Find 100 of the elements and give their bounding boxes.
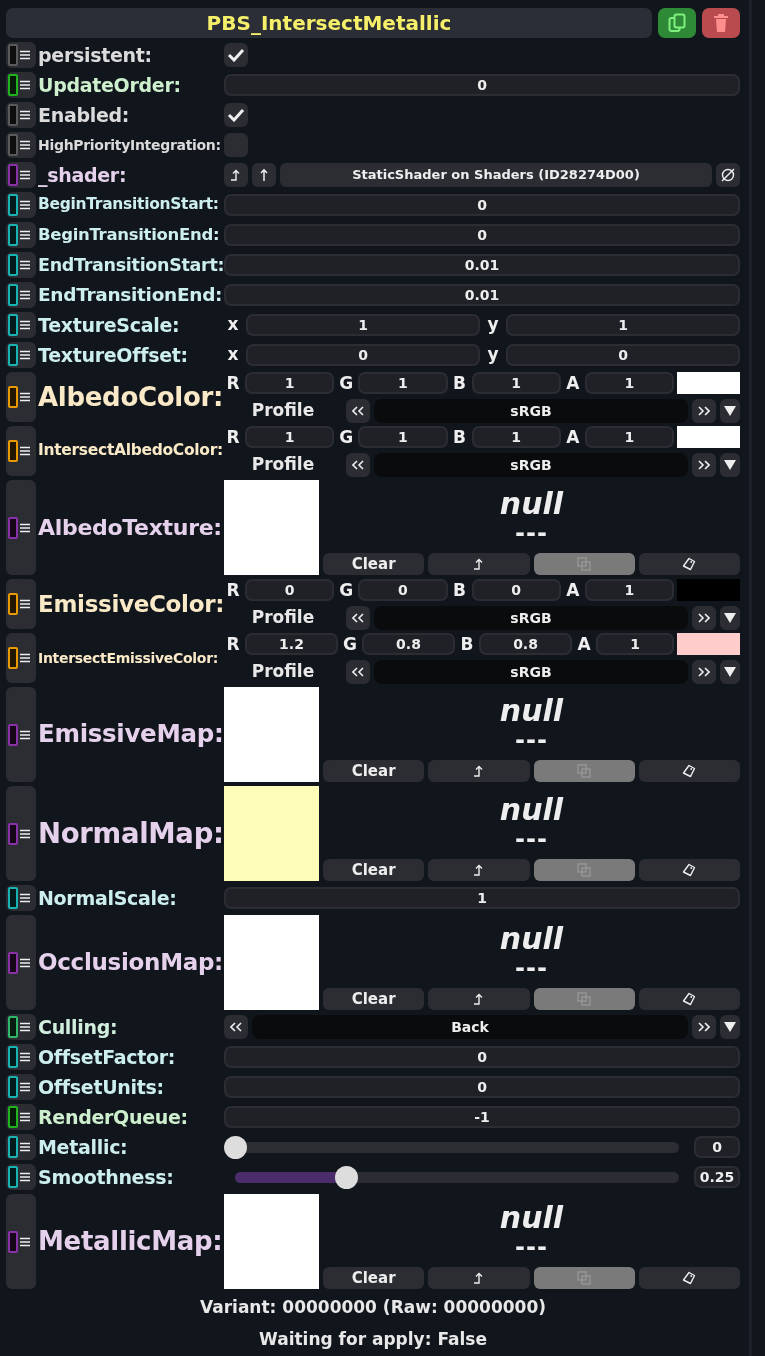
drag-handle[interactable] bbox=[6, 885, 36, 911]
number-field[interactable]: 0 bbox=[506, 344, 740, 366]
number-field[interactable]: 1 bbox=[471, 372, 561, 395]
drag-handle[interactable] bbox=[6, 312, 36, 338]
drag-handle[interactable] bbox=[6, 282, 36, 308]
drag-handle[interactable] bbox=[6, 1164, 36, 1190]
number-field[interactable]: 1 bbox=[358, 426, 448, 449]
checkbox[interactable] bbox=[224, 43, 248, 67]
number-field[interactable]: 0 bbox=[358, 579, 448, 602]
number-field[interactable]: 0 bbox=[245, 579, 335, 602]
number-field[interactable]: 0.01 bbox=[224, 284, 740, 306]
number-field[interactable]: 0 bbox=[471, 579, 561, 602]
drag-handle[interactable] bbox=[6, 102, 36, 128]
number-field[interactable]: 0.25 bbox=[694, 1166, 740, 1188]
tag-button[interactable] bbox=[638, 859, 740, 881]
jump-button[interactable] bbox=[224, 163, 248, 187]
drag-handle[interactable] bbox=[6, 372, 36, 422]
slider-thumb[interactable] bbox=[335, 1165, 358, 1189]
dropdown-button[interactable] bbox=[720, 659, 740, 684]
slider-thumb[interactable] bbox=[224, 1135, 247, 1159]
delete-button[interactable] bbox=[702, 8, 740, 38]
tag-button[interactable] bbox=[638, 1267, 740, 1289]
number-field[interactable]: 1 bbox=[506, 314, 740, 336]
clear-button[interactable]: Clear bbox=[323, 988, 425, 1010]
number-field[interactable]: 0 bbox=[224, 224, 740, 246]
drag-handle[interactable] bbox=[6, 633, 36, 683]
drag-handle[interactable] bbox=[6, 252, 36, 278]
number-field[interactable]: 1 bbox=[471, 426, 561, 449]
number-field[interactable]: 0 bbox=[224, 1046, 740, 1068]
color-swatch[interactable] bbox=[677, 372, 740, 395]
checkbox[interactable] bbox=[224, 133, 248, 157]
previous-button[interactable] bbox=[346, 398, 370, 423]
previous-button[interactable] bbox=[346, 452, 370, 477]
number-field[interactable]: 0.8 bbox=[479, 633, 573, 656]
color-swatch[interactable] bbox=[677, 633, 740, 656]
previous-button[interactable] bbox=[346, 605, 370, 630]
next-button[interactable] bbox=[692, 659, 716, 684]
number-field[interactable]: 1 bbox=[245, 372, 335, 395]
number-field[interactable]: 1 bbox=[596, 633, 674, 656]
number-field[interactable]: 0 bbox=[694, 1136, 740, 1158]
drag-handle[interactable] bbox=[6, 1074, 36, 1100]
duplicate-button[interactable] bbox=[658, 8, 696, 38]
clear-reference-button[interactable] bbox=[716, 163, 740, 187]
profile-field[interactable]: sRGB bbox=[374, 659, 688, 684]
drag-handle[interactable] bbox=[6, 1134, 36, 1160]
previous-button[interactable] bbox=[346, 659, 370, 684]
number-field[interactable]: 1 bbox=[246, 314, 480, 336]
clear-button[interactable]: Clear bbox=[323, 760, 425, 782]
reference-field[interactable]: StaticShader on Shaders (ID28274D00) bbox=[280, 163, 712, 187]
dropdown-button[interactable] bbox=[720, 605, 740, 630]
drag-handle[interactable] bbox=[6, 192, 36, 218]
color-swatch[interactable] bbox=[677, 579, 740, 602]
number-field[interactable]: 0 bbox=[224, 74, 740, 96]
drag-handle[interactable] bbox=[6, 786, 36, 881]
next-button[interactable] bbox=[692, 605, 716, 630]
tag-button[interactable] bbox=[638, 988, 740, 1010]
number-field[interactable]: 1 bbox=[584, 372, 674, 395]
drag-handle[interactable] bbox=[6, 1104, 36, 1130]
number-field[interactable]: 0 bbox=[246, 344, 480, 366]
dropdown-button[interactable] bbox=[720, 1015, 740, 1039]
previous-button[interactable] bbox=[224, 1015, 248, 1039]
drag-handle[interactable] bbox=[6, 687, 36, 782]
number-field[interactable]: 1 bbox=[584, 426, 674, 449]
drag-handle[interactable] bbox=[6, 132, 36, 158]
number-field[interactable]: -1 bbox=[224, 1106, 740, 1128]
drag-handle[interactable] bbox=[6, 72, 36, 98]
drag-handle[interactable] bbox=[6, 579, 36, 629]
profile-field[interactable]: sRGB bbox=[374, 398, 688, 423]
profile-field[interactable]: sRGB bbox=[374, 605, 688, 630]
color-swatch[interactable] bbox=[677, 426, 740, 449]
dropdown-button[interactable] bbox=[720, 398, 740, 423]
drag-handle[interactable] bbox=[6, 915, 36, 1010]
profile-field[interactable]: sRGB bbox=[374, 452, 688, 477]
number-field[interactable]: 0 bbox=[224, 194, 740, 216]
number-field[interactable]: 1 bbox=[245, 426, 335, 449]
drag-handle[interactable] bbox=[6, 42, 36, 68]
drag-handle[interactable] bbox=[6, 342, 36, 368]
enum-field[interactable]: Back bbox=[252, 1015, 688, 1039]
drag-handle[interactable] bbox=[6, 1014, 36, 1040]
clear-button[interactable]: Clear bbox=[323, 1267, 425, 1289]
next-button[interactable] bbox=[692, 452, 716, 477]
drag-handle[interactable] bbox=[6, 426, 36, 476]
drag-handle[interactable] bbox=[6, 222, 36, 248]
drag-handle[interactable] bbox=[6, 1044, 36, 1070]
number-field[interactable]: 1.2 bbox=[245, 633, 338, 656]
number-field[interactable]: 0 bbox=[224, 1076, 740, 1098]
clear-button[interactable]: Clear bbox=[323, 553, 425, 575]
drag-handle[interactable] bbox=[6, 162, 36, 188]
number-field[interactable]: 0.8 bbox=[362, 633, 456, 656]
dropdown-button[interactable] bbox=[720, 452, 740, 477]
tag-button[interactable] bbox=[638, 553, 740, 575]
checkbox[interactable] bbox=[224, 103, 248, 127]
drag-handle[interactable] bbox=[6, 1194, 36, 1289]
clear-button[interactable]: Clear bbox=[323, 859, 425, 881]
number-field[interactable]: 1 bbox=[358, 372, 448, 395]
tag-button[interactable] bbox=[638, 760, 740, 782]
drag-handle[interactable] bbox=[6, 480, 36, 575]
number-field[interactable]: 0.01 bbox=[224, 254, 740, 276]
parent-button[interactable] bbox=[252, 163, 276, 187]
number-field[interactable]: 1 bbox=[224, 887, 740, 909]
